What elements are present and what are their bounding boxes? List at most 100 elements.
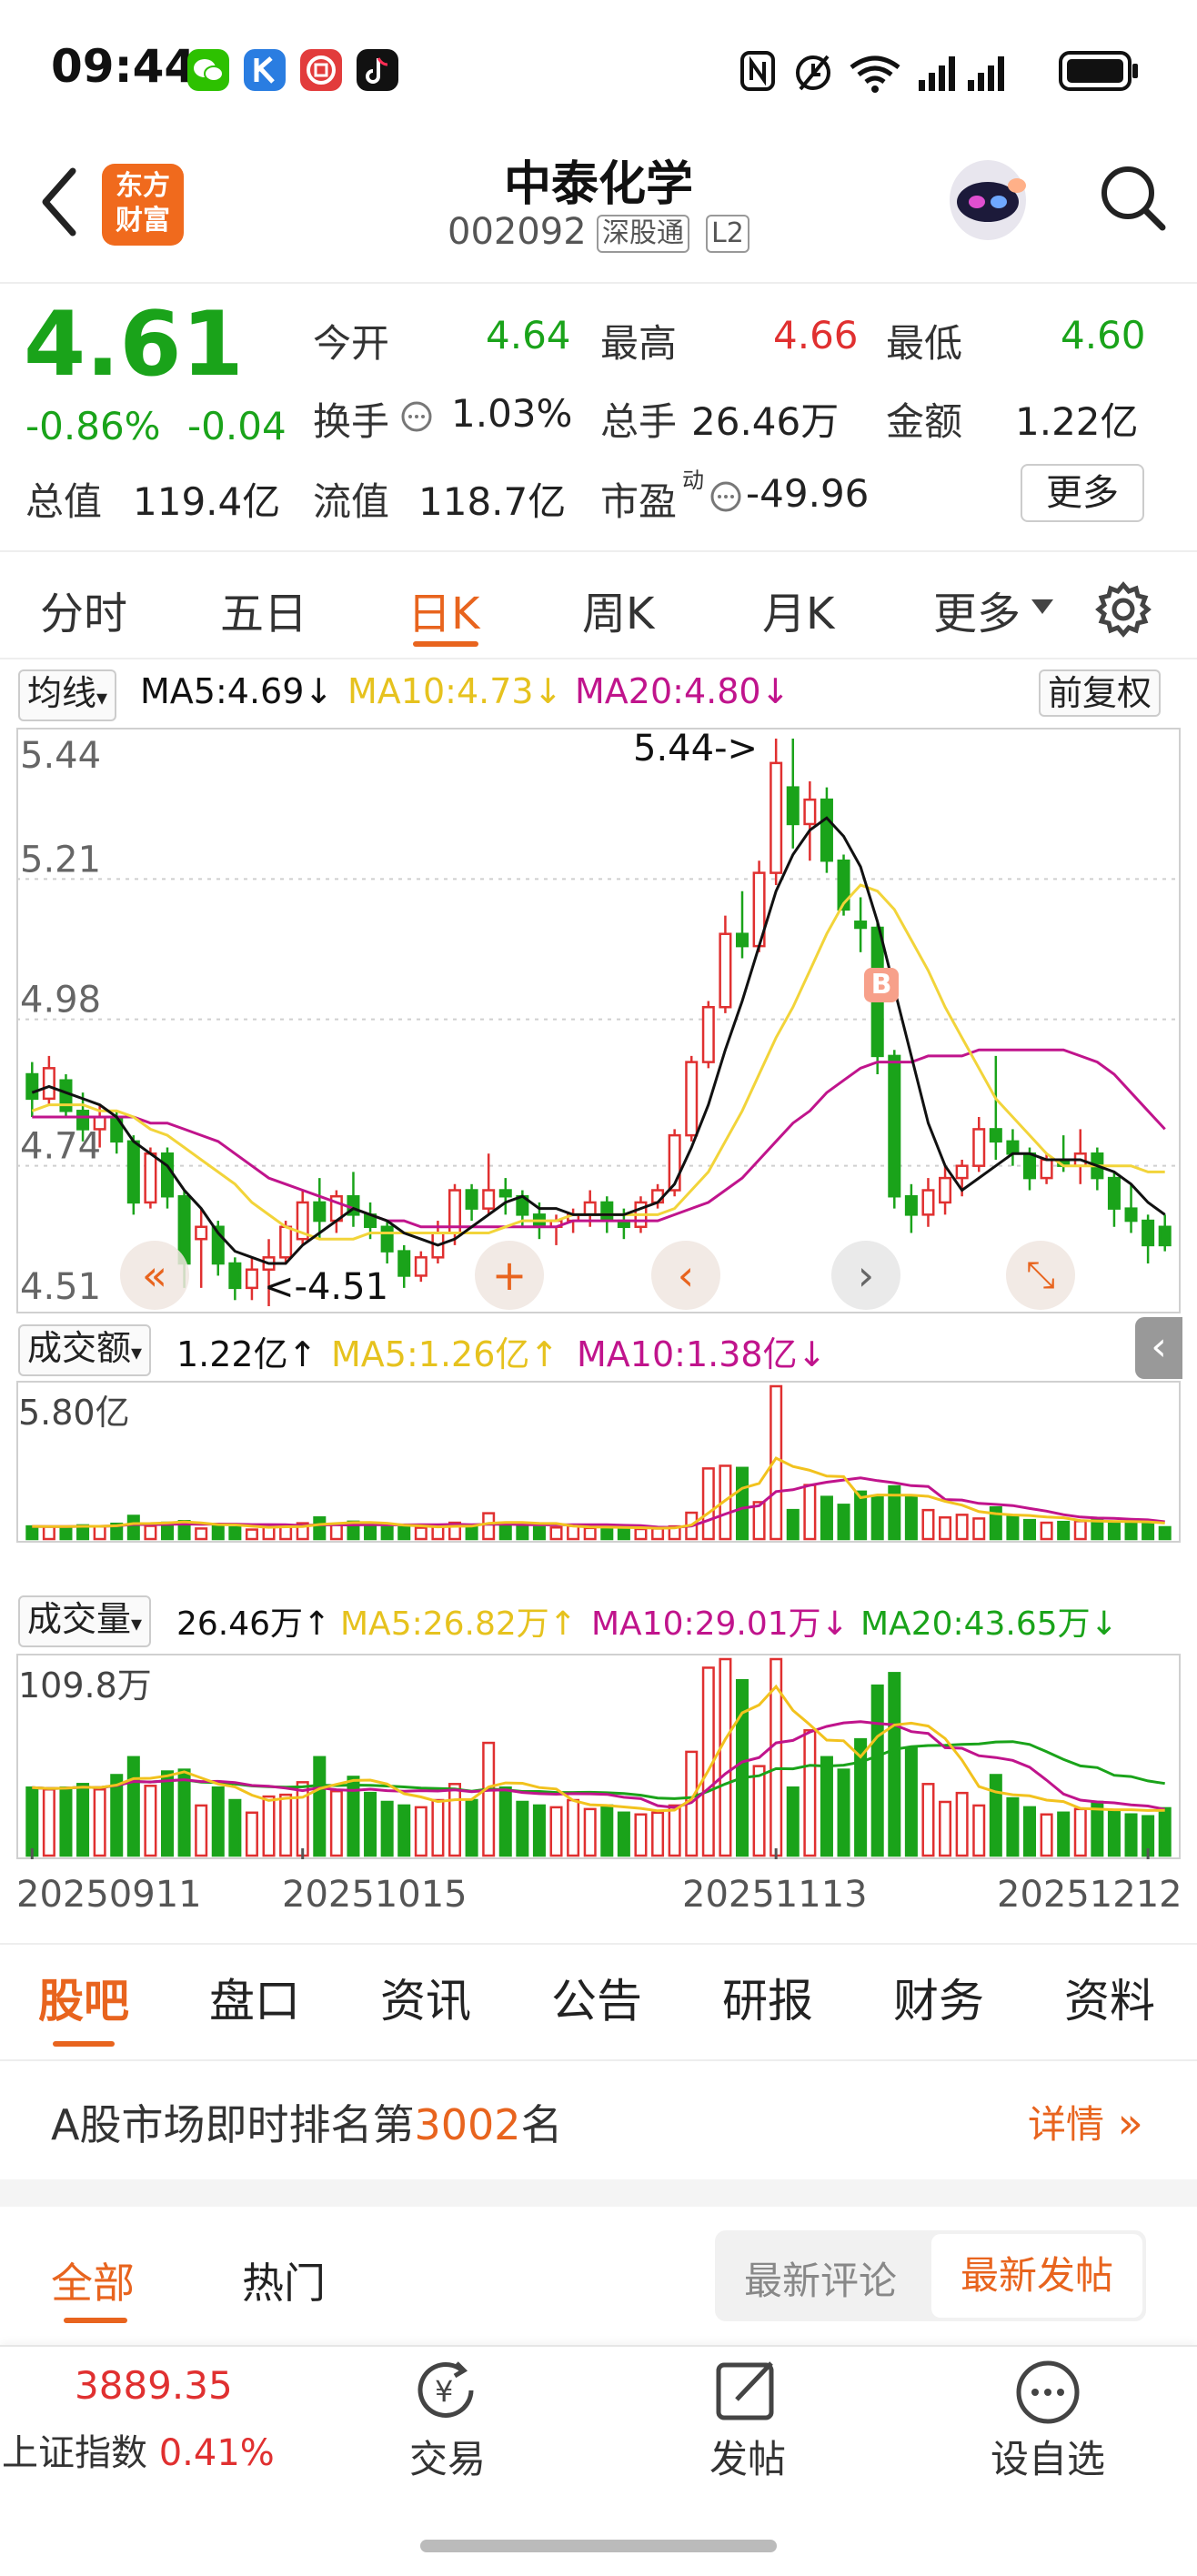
tab-five-day[interactable]: 五日 [220,578,307,641]
volume-bar [1022,1806,1037,1857]
amount-chart[interactable] [16,1381,1181,1543]
post-button[interactable]: 发帖 [675,2429,820,2484]
feed-tab-hot[interactable]: 热门 [242,2250,326,2310]
arrow-down-icon: ↓ [760,671,790,711]
tab-profile[interactable]: 资料 [1064,1965,1155,2030]
volume-bar [972,1517,986,1541]
alarm-icon [796,55,830,91]
tab-announcements[interactable]: 公告 [551,1965,642,2030]
indicator-select[interactable]: 均线▾ [18,669,117,721]
volume-bar [735,1466,749,1541]
volume-bar [752,1501,766,1541]
arrow-up-icon: ↑ [287,1334,317,1374]
y-tick-label: 4.98 [20,980,101,1021]
post-edit-icon[interactable] [713,2356,782,2425]
volume-bar [634,1813,648,1857]
open-label: 今开 [313,321,390,366]
chart-period-tabs: 分时 五日 日K 周K 月K 更多 [0,550,1197,659]
kline-chart[interactable]: 5.44 5.21 4.98 4.74 4.51 [16,728,1181,1313]
volume-bar [42,1525,55,1541]
volume-bar [634,1527,648,1541]
candle-body [939,1176,952,1204]
settings-gear-icon[interactable] [1091,578,1155,641]
amount-value: 1.22亿 [1015,399,1139,444]
volume-bar [532,1525,546,1541]
volume-chart[interactable] [16,1654,1181,1859]
candle-body [42,1067,55,1101]
volume-select[interactable]: 成交量▾ [18,1595,152,1647]
volume-bar [195,1527,208,1541]
sort-latest-posts[interactable]: 最新发帖 [931,2234,1142,2318]
robot-assistant-icon[interactable] [942,149,1033,249]
volume-bar [939,1515,952,1541]
trade-icon[interactable]: ¥ [407,2358,486,2423]
candle [59,1074,73,1117]
double-chevron-right-icon: » [1104,2098,1143,2148]
amount-select[interactable]: 成交额▾ [18,1324,152,1376]
tab-daily-k[interactable]: 日K [407,578,479,641]
volume-bar [939,1800,952,1857]
more-circle-icon[interactable] [1013,2358,1082,2427]
volume-ma5-label: MA5:26.82万 [340,1605,549,1643]
search-icon[interactable] [1097,156,1170,238]
rewind-icon[interactable]: « [120,1241,189,1310]
arrow-up-icon: ↑ [529,1334,559,1374]
volume-top-label: 109.8万 [18,1665,152,1706]
caret-down-icon[interactable] [1030,596,1055,618]
high-label: 最高 [600,321,678,366]
home-indicator[interactable] [420,2540,777,2552]
arrow-up-icon: ↑ [303,1605,331,1643]
amount-legend-value: 1.22亿 [176,1334,288,1374]
wifi-icon [850,55,900,93]
candle-body [76,1110,90,1131]
sort-latest-comments[interactable]: 最新评论 [744,2250,897,2306]
volume-bar [262,1795,276,1857]
tab-forum[interactable]: 股吧 [38,1965,129,2030]
tab-news[interactable]: 资讯 [380,1965,471,2030]
y-tick-label: 5.44 [20,735,101,777]
volume-bar [820,1495,833,1541]
section-gap [0,2179,1197,2207]
tab-orderbook[interactable]: 盘口 [209,1965,300,2030]
tab-weekly-k[interactable]: 周K [582,578,654,641]
turnover-label: 换手 [313,399,390,444]
divider [0,2059,1197,2061]
trade-button[interactable]: 交易 [375,2429,520,2484]
ranking-detail-link[interactable]: 详情 » [1028,2094,1143,2149]
buy-marker[interactable]: B [864,968,899,1002]
pe-info-icon[interactable] [708,478,744,515]
tab-research[interactable]: 研报 [722,1965,813,2030]
candle-body [1040,1158,1053,1180]
volume-bar [364,1791,377,1857]
volume-bar [904,1746,918,1857]
collapse-panel-icon[interactable]: ‹ [1135,1317,1182,1379]
volume-bar [786,1508,800,1541]
add-watchlist-button[interactable]: 设自选 [975,2429,1121,2484]
min-price-marker: <-4.51 [264,1266,389,1308]
volume-value: 26.46万 [691,399,840,444]
low-value: 4.60 [1061,313,1146,357]
volume-bar [1073,1807,1087,1857]
candle-body [786,786,800,826]
volume-bar [870,1684,884,1857]
volume-bar [1057,1520,1071,1541]
active-tab-indicator [413,641,478,647]
more-button[interactable]: 更多 [1021,464,1144,522]
tab-intraday[interactable]: 分时 [40,578,127,641]
volume-bar [364,1524,377,1541]
tab-monthly-k[interactable]: 月K [762,578,834,641]
arrow-down-icon: ↓ [304,671,334,711]
info-icon[interactable] [398,398,435,435]
volume-bar [498,1522,512,1541]
pe-value: -49.96 [746,471,870,516]
index-info[interactable]: 上证指数 0.41% [2,2423,275,2476]
tab-finance[interactable]: 财务 [893,1965,984,2030]
fullscreen-icon[interactable]: ⤡ [1006,1241,1075,1310]
chevron-right-icon[interactable]: › [831,1241,900,1310]
tab-more[interactable]: 更多 [933,578,1021,641]
feed-tab-all[interactable]: 全部 [51,2250,135,2310]
adjust-button[interactable]: 前复权 [1039,669,1162,717]
index-value[interactable]: 3889.35 [75,2363,233,2408]
zoom-in-icon[interactable]: + [475,1241,544,1310]
chevron-left-icon[interactable]: ‹ [651,1241,720,1310]
